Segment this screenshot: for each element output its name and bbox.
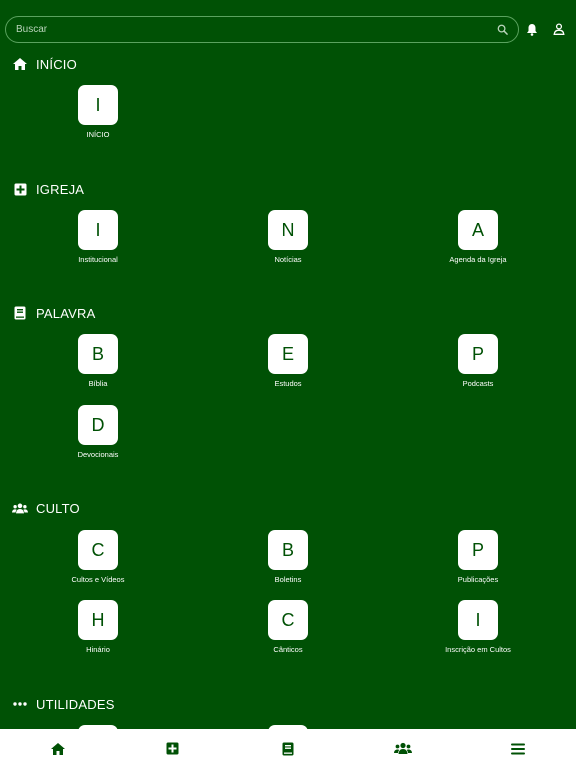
tile-label: INÍCIO <box>86 130 110 139</box>
tile-letter: E <box>268 334 308 374</box>
menu-tile-publicacoes[interactable]: P Publicações <box>413 530 543 594</box>
tile-letter: B <box>268 530 308 570</box>
menu-icon[interactable] <box>508 739 528 759</box>
tile-letter: B <box>78 334 118 374</box>
tile-letter: I <box>458 600 498 640</box>
tile-label: Podcasts <box>462 379 494 388</box>
section-igreja-header: IGREJA <box>12 180 84 198</box>
section-title: INÍCIO <box>36 56 77 72</box>
tile-label: Devocionais <box>77 450 119 459</box>
tile-label: Institucional <box>78 255 118 264</box>
tile-label: Boletins <box>274 575 302 584</box>
section-title: UTILIDADES <box>36 696 115 712</box>
tile-label: Cultos e Vídeos <box>71 575 125 584</box>
bottom-nav <box>0 729 576 768</box>
section-title: IGREJA <box>36 181 85 197</box>
tile-label: Estudos <box>274 379 302 388</box>
users-icon <box>12 500 28 516</box>
section-utilidades-header: UTILIDADES <box>12 695 115 713</box>
users-icon[interactable] <box>393 739 413 759</box>
menu-tile-podcasts[interactable]: P Podcasts <box>413 334 543 398</box>
tile-letter: P <box>458 334 498 374</box>
tile-letter: I <box>78 85 118 125</box>
tile-label: Agenda da Igreja <box>449 255 507 264</box>
tile-label: Publicações <box>457 575 499 584</box>
tile-letter: C <box>268 600 308 640</box>
menu-tile-institucional[interactable]: I Institucional <box>33 210 163 274</box>
tile-letter: A <box>458 210 498 250</box>
section-palavra-header: PALAVRA <box>12 304 95 322</box>
tile-letter: D <box>78 405 118 445</box>
plus-square-icon[interactable] <box>163 739 183 759</box>
user-icon[interactable] <box>552 22 566 36</box>
tile-letter: I <box>78 210 118 250</box>
tile-letter: N <box>268 210 308 250</box>
home-icon[interactable] <box>48 739 68 759</box>
tile-label: Cânticos <box>273 645 303 654</box>
book-icon[interactable] <box>278 739 298 759</box>
top-bar <box>0 0 576 58</box>
tile-label: Notícias <box>274 255 302 264</box>
section-title: PALAVRA <box>36 305 96 321</box>
menu-tile-inscricao-cultos[interactable]: I Inscrição em Cultos <box>413 600 543 664</box>
menu-tile-agenda[interactable]: A Agenda da Igreja <box>413 210 543 274</box>
section-title: CULTO <box>36 500 80 516</box>
tile-label: Hinário <box>86 645 110 654</box>
search-icon[interactable] <box>496 24 508 36</box>
menu-tile-estudos[interactable]: E Estudos <box>223 334 353 398</box>
ellipsis-icon <box>12 696 28 712</box>
tile-letter: H <box>78 600 118 640</box>
menu-tile-boletins[interactable]: B Boletins <box>223 530 353 594</box>
book-icon <box>12 305 28 321</box>
tile-label: Bíblia <box>88 379 108 388</box>
plus-square-icon <box>12 181 28 197</box>
tile-label: Inscrição em Cultos <box>445 645 511 654</box>
home-icon <box>12 56 28 72</box>
tile-letter: C <box>78 530 118 570</box>
menu-tile-canticos[interactable]: C Cânticos <box>223 600 353 664</box>
search-bar[interactable] <box>5 16 519 43</box>
menu-tile-inicio[interactable]: I INÍCIO <box>33 85 163 149</box>
menu-tile-hinario[interactable]: H Hinário <box>33 600 163 664</box>
menu-tile-biblia[interactable]: B Bíblia <box>33 334 163 398</box>
bell-icon[interactable] <box>525 22 539 36</box>
section-culto-header: CULTO <box>12 499 80 517</box>
menu-tile-noticias[interactable]: N Notícias <box>223 210 353 274</box>
menu-tile-cultos-videos[interactable]: C Cultos e Vídeos <box>33 530 163 594</box>
search-input[interactable] <box>16 24 496 35</box>
section-inicio-header: INÍCIO <box>12 55 77 73</box>
tile-letter: P <box>458 530 498 570</box>
menu-tile-devocionais[interactable]: D Devocionais <box>33 405 163 469</box>
